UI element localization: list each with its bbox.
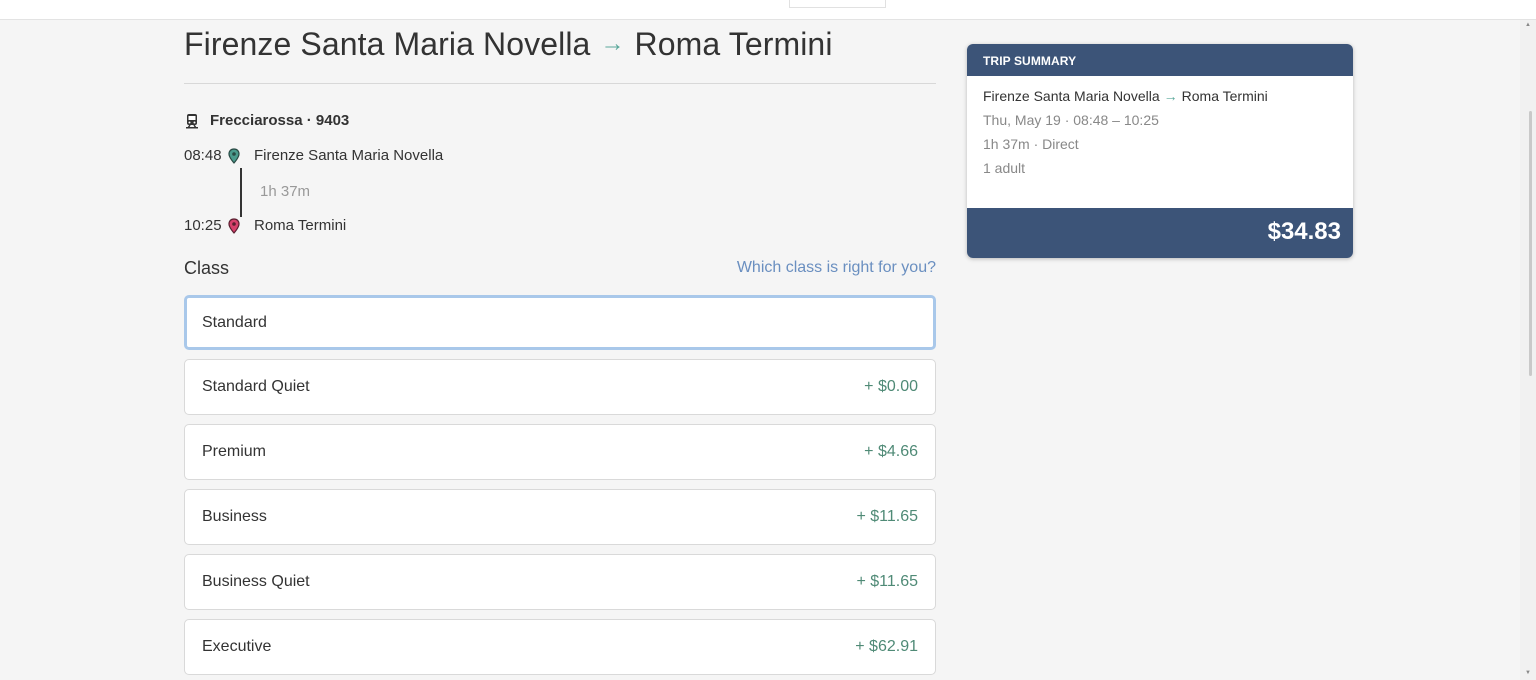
title-origin: Firenze Santa Maria Novella [184, 26, 591, 62]
class-option-label: Standard Quiet [202, 378, 310, 395]
summary-date-time: Thu, May 19 · 08:48 – 10:25 [983, 112, 1159, 128]
train-icon [186, 113, 198, 128]
summary-passengers: 1 adult [983, 160, 1026, 176]
class-option-label: Executive [202, 638, 272, 655]
summary-destination: Roma Termini [1181, 88, 1268, 104]
departure-station: Firenze Santa Maria Novella [254, 147, 444, 164]
class-option-business-quiet[interactable]: Business Quiet + $11.65 [184, 554, 936, 610]
summary-route: Firenze Santa Maria Novella → Roma Termini [983, 88, 1337, 104]
top-tab-edge [789, 0, 886, 8]
trip-duration: 1h 37m [260, 183, 311, 200]
class-option-price: + $4.66 [864, 443, 918, 460]
map-pin-icon [228, 217, 240, 234]
title-destination: Roma Termini [634, 26, 833, 62]
class-option-price: + $11.65 [856, 508, 918, 525]
class-option-label: Premium [202, 443, 267, 460]
scroll-down-icon[interactable]: ▼ [1524, 670, 1532, 676]
class-option-label: Standard [202, 313, 267, 331]
trip-summary-body: Firenze Santa Maria Novella → Roma Termini… [967, 76, 1353, 208]
train-label: Frecciarossa · 9403 [210, 112, 350, 129]
departure-stop: 08:48 Firenze Santa Maria Novella [184, 147, 443, 164]
page-title: Firenze Santa Maria Novella → Roma Termini [184, 26, 833, 63]
class-help-link[interactable]: Which class is right for you? [737, 259, 936, 277]
class-heading: Class [184, 258, 230, 278]
browser-top-bar [0, 0, 1536, 20]
class-option-standard-quiet[interactable]: Standard Quiet + $0.00 [184, 359, 936, 415]
arrival-stop: 10:25 Roma Termini [184, 217, 346, 234]
class-option-executive[interactable]: Executive + $62.91 [184, 619, 936, 675]
summary-duration: 1h 37m · Direct [983, 136, 1079, 152]
train-info: Frecciarossa · 9403 [184, 112, 349, 129]
map-pin-icon [228, 147, 240, 164]
scrollbar-thumb[interactable] [1529, 111, 1532, 376]
class-option-business[interactable]: Business + $11.65 [184, 489, 936, 545]
class-option-price: + $11.65 [856, 573, 918, 590]
title-divider [184, 83, 936, 84]
departure-time: 08:48 [184, 147, 222, 164]
page-scrollbar[interactable]: ▲ ▼ [1520, 20, 1536, 680]
class-option-standard[interactable]: Standard [184, 295, 936, 350]
summary-total: $34.83 [967, 208, 1353, 258]
class-option-price: + $0.00 [864, 378, 918, 395]
trip-summary-heading: TRIP SUMMARY [967, 44, 1353, 76]
arrival-time: 10:25 [184, 217, 222, 234]
class-option-label: Business Quiet [202, 573, 310, 590]
class-option-price: + $62.91 [855, 638, 918, 655]
trip-summary-card: TRIP SUMMARY Firenze Santa Maria Novella… [967, 44, 1353, 258]
summary-origin: Firenze Santa Maria Novella [983, 88, 1160, 104]
arrival-station: Roma Termini [254, 217, 347, 234]
arrow-right-icon: → [600, 30, 625, 57]
class-option-premium[interactable]: Premium + $4.66 [184, 424, 936, 480]
class-option-label: Business [202, 508, 267, 525]
scroll-up-icon[interactable]: ▲ [1524, 22, 1532, 28]
route-connector [240, 168, 242, 217]
arrow-right-icon: → [1163, 88, 1178, 104]
